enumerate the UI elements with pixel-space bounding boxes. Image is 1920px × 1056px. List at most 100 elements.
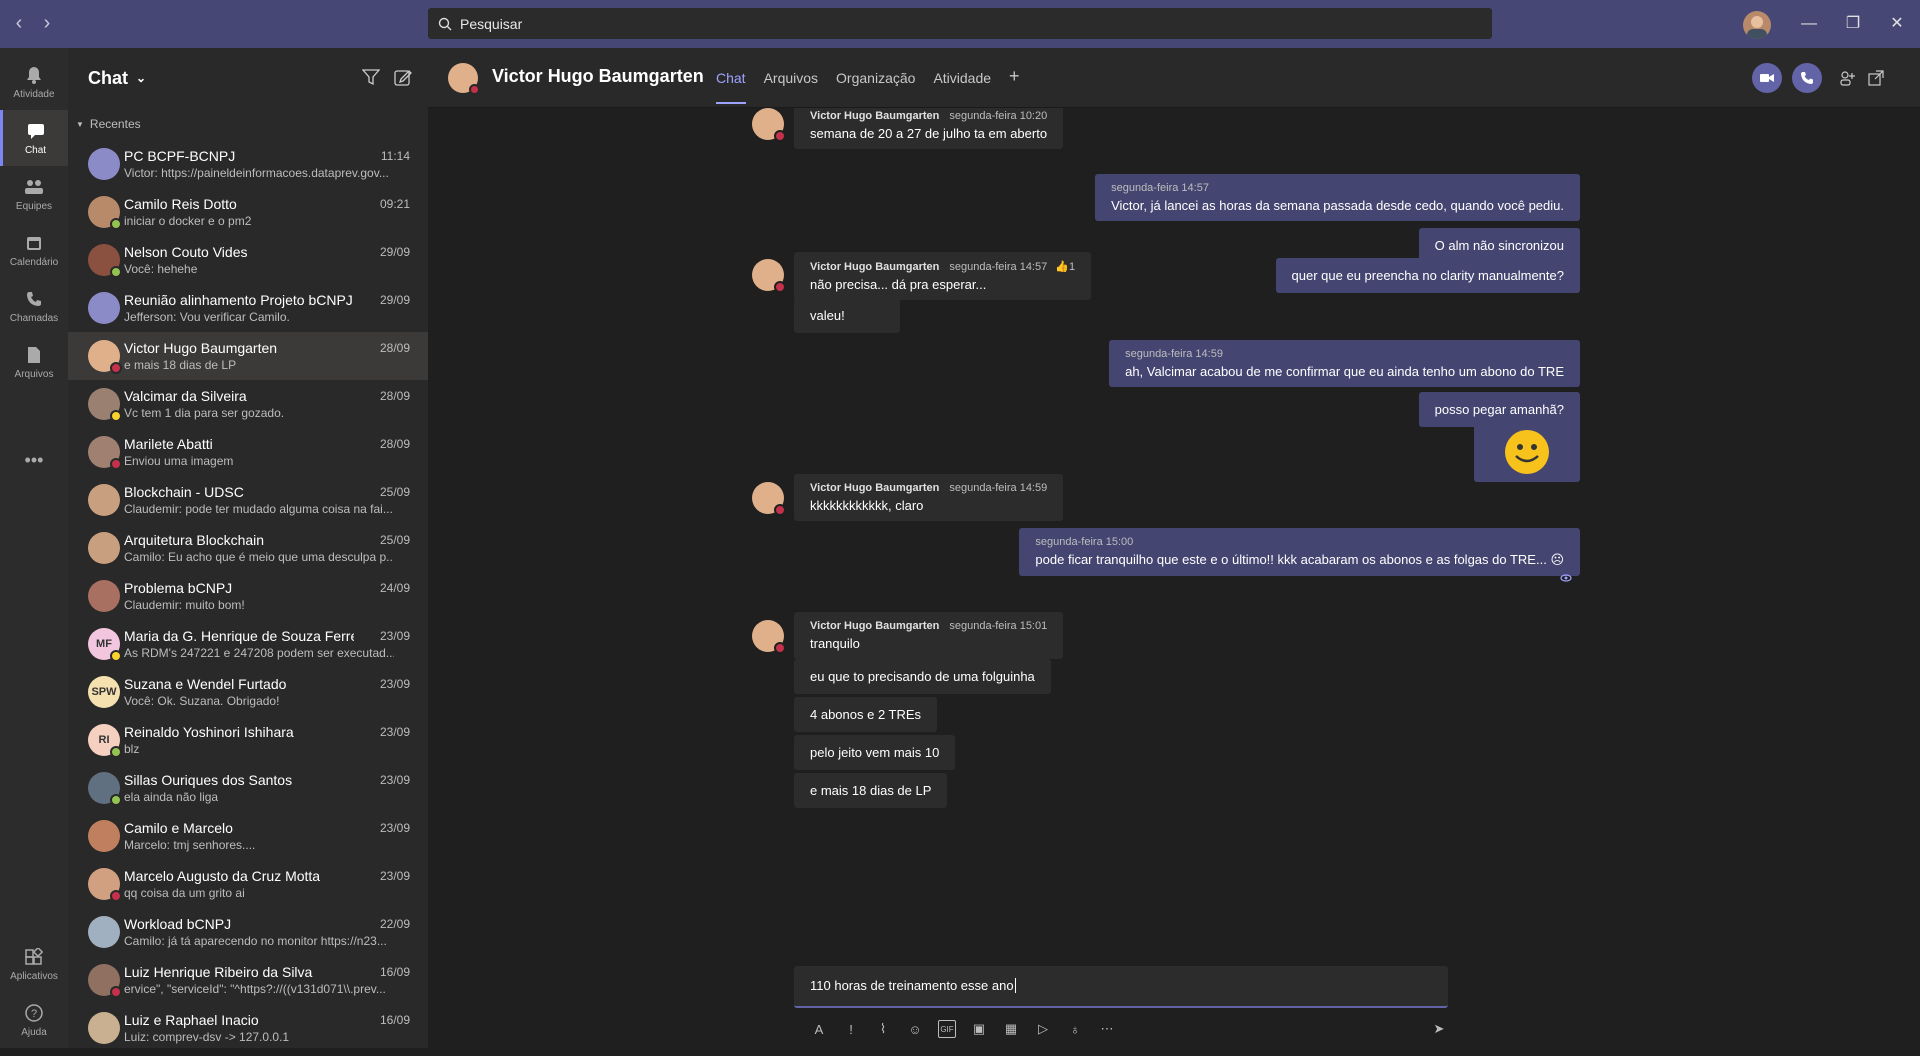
chat-list-item[interactable]: PC BCPF-BCNPJ Victor: https://paineldeinf… <box>68 140 428 188</box>
tab-org[interactable]: Organização <box>836 70 915 104</box>
message-bubble[interactable]: Victor Hugo Baumgarten segunda-feira 14:5… <box>794 474 1064 521</box>
compose-input[interactable]: 110 horas de treinamento esse ano <box>794 966 1448 1008</box>
popout-icon[interactable] <box>1868 70 1884 86</box>
chat-preview: Victor: https://paineldeinformacoes.data… <box>124 166 389 180</box>
app-rail: Atividade Chat Equipes Calendário Chamad… <box>0 48 68 1048</box>
caret-down-icon: ▼ <box>76 119 84 129</box>
recent-section-header[interactable]: ▼ Recentes <box>68 108 428 140</box>
message-bubble[interactable]: segunda-feira 14:57 Victor, já lancei as… <box>1095 174 1580 221</box>
emoji-icon[interactable]: ☺ <box>906 1020 924 1038</box>
message-bubble[interactable]: segunda-feira 14:59 ah, Valcimar acabou … <box>1109 340 1580 387</box>
close-icon[interactable]: ✕ <box>1887 14 1907 34</box>
sticker-icon[interactable]: ▣ <box>970 1020 988 1038</box>
message-bubble[interactable]: quer que eu preencha no clarity manualme… <box>1275 258 1580 293</box>
chat-list-item[interactable]: Victor Hugo Baumgarten e mais 18 dias de … <box>68 332 428 380</box>
rail-chat[interactable]: Chat <box>0 110 68 166</box>
chat-list-item[interactable]: Marcelo Augusto da Cruz Motta qq coisa da… <box>68 860 428 908</box>
back-arrow-icon[interactable]: ‹ <box>10 13 28 33</box>
avatar <box>88 148 120 180</box>
message-bubble[interactable]: pelo jeito vem mais 10 <box>794 735 956 770</box>
tab-activity[interactable]: Atividade <box>933 70 991 104</box>
gif-icon[interactable]: GIF <box>938 1020 956 1038</box>
chat-list-item[interactable]: Marilete Abatti Enviou uma imagem 28/09 <box>68 428 428 476</box>
presence-status-icon <box>110 410 122 422</box>
chat-preview: ela ainda não liga <box>124 790 219 804</box>
chat-list-item[interactable]: Workload bCNPJ Camilo: já tá aparecendo n… <box>68 908 428 956</box>
restore-icon[interactable]: ❐ <box>1843 14 1863 34</box>
important-icon[interactable]: ! <box>842 1020 860 1038</box>
minimize-icon[interactable]: — <box>1799 14 1819 34</box>
chat-list-item[interactable]: Luiz Henrique Ribeiro da Silva ervice", "… <box>68 956 428 1004</box>
compose-toolbar: A ! ⌇ ☺ GIF ▣ ▦ ▷ ♁ ⋯ ➤ <box>794 1016 1448 1042</box>
message-bubble[interactable]: 4 abonos e 2 TREs <box>794 697 938 732</box>
send-icon[interactable]: ➤ <box>1430 1020 1448 1038</box>
message-bubble[interactable]: Victor Hugo Baumgarten segunda-feira 10:2… <box>794 108 1064 149</box>
chat-list-title[interactable]: Chat <box>88 68 128 89</box>
chat-preview: Você: Ok. Suzana. Obrigado! <box>124 694 280 708</box>
chat-preview: ervice", "serviceId": "^https?://((v131d… <box>124 982 386 996</box>
chat-list-item[interactable]: Nelson Couto Vides Você: hehehe 29/09 <box>68 236 428 284</box>
avatar <box>88 580 120 612</box>
chat-name: Workload bCNPJ <box>124 916 232 932</box>
more-apps-icon[interactable]: ••• <box>0 432 68 488</box>
presence-status-icon <box>110 746 122 758</box>
chat-name: Reinaldo Yoshinori Ishihara <box>124 724 294 740</box>
audio-call-button[interactable] <box>1792 63 1822 93</box>
contact-avatar[interactable] <box>448 63 480 95</box>
rail-activity[interactable]: Atividade <box>0 54 68 110</box>
phone-icon <box>24 289 44 309</box>
chat-list-item[interactable]: Valcimar da Silveira Vc tem 1 dia para se… <box>68 380 428 428</box>
rail-teams[interactable]: Equipes <box>0 166 68 222</box>
chat-name: Luiz Henrique Ribeiro da Silva <box>124 964 313 980</box>
my-avatar[interactable] <box>1743 11 1771 39</box>
new-chat-icon[interactable] <box>394 68 412 86</box>
format-icon[interactable]: A <box>810 1020 828 1038</box>
sender-avatar <box>752 620 786 654</box>
chat-time: 28/09 <box>379 437 410 451</box>
message-bubble[interactable]: segunda-feira 15:00 pode ficar tranquilh… <box>1019 528 1580 576</box>
add-people-icon[interactable] <box>1840 70 1856 86</box>
chevron-down-icon[interactable]: ⌄ <box>136 71 146 85</box>
chat-name: Reunião alinhamento Projeto bCNPJ <box>124 292 353 308</box>
attach-icon[interactable]: ⌇ <box>874 1020 892 1038</box>
chat-list-item[interactable]: Camilo Reis Dotto iniciar o docker e o pm… <box>68 188 428 236</box>
chat-list-item[interactable]: Arquitetura Blockchain Camilo: Eu acho qu… <box>68 524 428 572</box>
meeting-icon[interactable]: ▦ <box>1002 1020 1020 1038</box>
video-call-button[interactable] <box>1752 63 1782 93</box>
search-input[interactable]: Pesquisar <box>428 8 1492 39</box>
rail-apps[interactable]: Aplicativos <box>0 936 68 992</box>
forward-arrow-icon[interactable]: › <box>38 13 56 33</box>
chat-preview: Claudemir: muito bom! <box>124 598 245 612</box>
more-options-icon[interactable]: ⋯ <box>1098 1020 1116 1038</box>
message-bubble[interactable]: Victor Hugo Baumgarten segunda-feira 15:0… <box>794 612 1064 659</box>
title-bar: ‹ › Pesquisar — ❐ ✕ <box>0 0 1920 48</box>
chat-time: 16/09 <box>379 965 410 979</box>
chat-list-item[interactable]: Camilo e Marcelo Marcelo: tmj senhores...… <box>68 812 428 860</box>
tab-chat[interactable]: Chat <box>716 70 746 104</box>
compose-area: 110 horas de treinamento esse ano A ! ⌇ … <box>794 966 1448 1056</box>
chat-list-item[interactable]: Reunião alinhamento Projeto bCNPJ Jeffers… <box>68 284 428 332</box>
message-bubble[interactable]: eu que to precisando de uma folguinha <box>794 659 1051 694</box>
chat-list-item[interactable]: Luiz e Raphael Inacio Luiz: comprev-dsv -… <box>68 1004 428 1052</box>
praise-icon[interactable]: ♁ <box>1066 1020 1084 1038</box>
chat-list-item[interactable]: RI Reinaldo Yoshinori Ishihara blz 23/09 <box>68 716 428 764</box>
rail-calendar[interactable]: Calendário <box>0 222 68 278</box>
add-tab-icon[interactable]: + <box>1009 66 1020 104</box>
message-bubble[interactable]: e mais 18 dias de LP <box>794 773 948 808</box>
message-bubble[interactable]: valeu! <box>794 298 900 333</box>
chat-list-item[interactable]: MF Maria da G. Henrique de Souza Ferreira… <box>68 620 428 668</box>
message-bubble[interactable]: Victor Hugo Baumgarten segunda-feira 14:5… <box>794 252 1092 300</box>
chat-list-item[interactable]: Problema bCNPJ Claudemir: muito bom! 24/09 <box>68 572 428 620</box>
filter-icon[interactable] <box>362 68 380 86</box>
rail-files[interactable]: Arquivos <box>0 334 68 390</box>
stream-icon[interactable]: ▷ <box>1034 1020 1052 1038</box>
thumbs-up-icon[interactable]: 👍 <box>1055 261 1069 273</box>
rail-help[interactable]: ? Ajuda <box>0 992 68 1048</box>
chat-list-item[interactable]: Blockchain - UDSC Claudemir: pode ter mud… <box>68 476 428 524</box>
chat-list-item[interactable]: Sillas Ouriques dos Santos ela ainda não … <box>68 764 428 812</box>
rail-calls[interactable]: Chamadas <box>0 278 68 334</box>
chat-list-item[interactable]: SPW Suzana e Wendel Furtado Você: Ok. Suza… <box>68 668 428 716</box>
tab-files[interactable]: Arquivos <box>764 70 818 104</box>
smiley-sticker[interactable] <box>1474 422 1580 482</box>
chat-preview: qq coisa da um grito ai <box>124 886 245 900</box>
